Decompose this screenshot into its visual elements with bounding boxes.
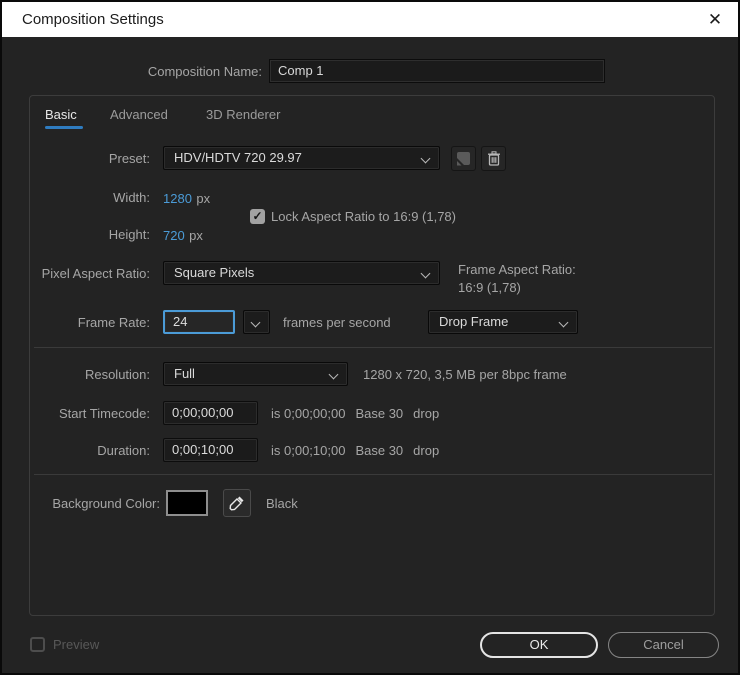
chevron-down-icon: [559, 318, 569, 328]
composition-name-label: Composition Name:: [62, 64, 262, 79]
width-unit: px: [196, 191, 210, 206]
tab-basic[interactable]: Basic: [45, 107, 77, 122]
frame-rate-preset-dropdown[interactable]: [243, 310, 270, 334]
preset-value: HDV/HDTV 720 29.97: [174, 150, 302, 165]
duration-is: is 0;00;10;00: [271, 443, 345, 458]
background-color-swatch[interactable]: [166, 490, 208, 516]
height-unit: px: [189, 228, 203, 243]
start-timecode-label: Start Timecode:: [30, 406, 150, 421]
duration-label: Duration:: [30, 443, 150, 458]
composition-settings-dialog: Composition Settings ✕ Composition Name:…: [0, 0, 740, 675]
duration-drop: drop: [413, 443, 439, 458]
start-timecode-info: is 0;00;00;00 Base 30 drop: [271, 406, 439, 421]
delete-preset-button[interactable]: [481, 146, 506, 171]
start-timecode-base: Base 30: [355, 406, 403, 421]
start-timecode-drop: drop: [413, 406, 439, 421]
lock-aspect-label: Lock Aspect Ratio to 16:9 (1,78): [271, 209, 456, 224]
tab-advanced[interactable]: Advanced: [110, 107, 168, 122]
chevron-down-icon: [421, 269, 431, 279]
width-value[interactable]: 1280: [163, 191, 192, 206]
chevron-down-icon: [251, 318, 261, 328]
chevron-down-icon: [329, 370, 339, 380]
preview-checkbox[interactable]: [30, 637, 45, 652]
height-label: Height:: [30, 227, 150, 242]
pixel-aspect-ratio-value: Square Pixels: [174, 265, 254, 280]
duration-input[interactable]: 0;00;10;00: [163, 438, 258, 462]
preset-dropdown[interactable]: HDV/HDTV 720 29.97: [163, 146, 440, 170]
height-value-row: 720 px: [163, 227, 203, 245]
divider: [34, 474, 712, 475]
height-value[interactable]: 720: [163, 228, 185, 243]
frame-rate-input[interactable]: 24: [163, 310, 235, 334]
resolution-label: Resolution:: [30, 367, 150, 382]
start-timecode-input[interactable]: 0;00;00;00: [163, 401, 258, 425]
duration-base: Base 30: [355, 443, 403, 458]
active-tab-underline: [45, 126, 83, 129]
start-timecode-is: is 0;00;00;00: [271, 406, 345, 421]
frame-rate-label: Frame Rate:: [30, 315, 150, 330]
ok-button[interactable]: OK: [480, 632, 598, 658]
drop-frame-dropdown[interactable]: Drop Frame: [428, 310, 578, 334]
width-label: Width:: [30, 190, 150, 205]
drop-frame-value: Drop Frame: [439, 314, 508, 329]
chevron-down-icon: [421, 154, 431, 164]
close-icon[interactable]: ✕: [700, 6, 730, 33]
lock-aspect-row: ✓ Lock Aspect Ratio to 16:9 (1,78): [250, 209, 456, 224]
title-bar: Composition Settings ✕: [2, 2, 738, 37]
cancel-button[interactable]: Cancel: [608, 632, 719, 658]
dialog-title: Composition Settings: [22, 2, 164, 37]
composition-name-input[interactable]: Comp 1: [269, 59, 605, 83]
save-preset-button[interactable]: [451, 146, 476, 171]
frame-rate-unit: frames per second: [283, 315, 391, 330]
lock-aspect-checkbox[interactable]: ✓: [250, 209, 265, 224]
frame-aspect-ratio-label: Frame Aspect Ratio:: [458, 262, 576, 277]
divider: [34, 347, 712, 348]
eyedropper-icon: [229, 495, 245, 511]
tab-3d-renderer[interactable]: 3D Renderer: [206, 107, 280, 122]
trash-icon: [487, 151, 501, 166]
frame-aspect-ratio-value: 16:9 (1,78): [458, 280, 576, 295]
background-color-label: Background Color:: [30, 496, 160, 511]
pixel-aspect-ratio-label: Pixel Aspect Ratio:: [30, 266, 150, 281]
eyedropper-button[interactable]: [223, 489, 251, 517]
duration-info: is 0;00;10;00 Base 30 drop: [271, 443, 439, 458]
resolution-value: Full: [174, 366, 195, 381]
preview-label: Preview: [53, 637, 99, 652]
save-preset-icon: [456, 151, 471, 166]
background-color-name: Black: [266, 496, 298, 511]
preset-label: Preset:: [30, 151, 150, 166]
frame-aspect-ratio-info: Frame Aspect Ratio: 16:9 (1,78): [458, 262, 576, 295]
width-value-row: 1280 px: [163, 190, 210, 208]
resolution-dropdown[interactable]: Full: [163, 362, 348, 386]
preview-row: Preview: [30, 637, 99, 652]
settings-panel: Basic Advanced 3D Renderer Preset: HDV/H…: [29, 95, 715, 616]
resolution-info: 1280 x 720, 3,5 MB per 8bpc frame: [363, 367, 567, 382]
pixel-aspect-ratio-dropdown[interactable]: Square Pixels: [163, 261, 440, 285]
